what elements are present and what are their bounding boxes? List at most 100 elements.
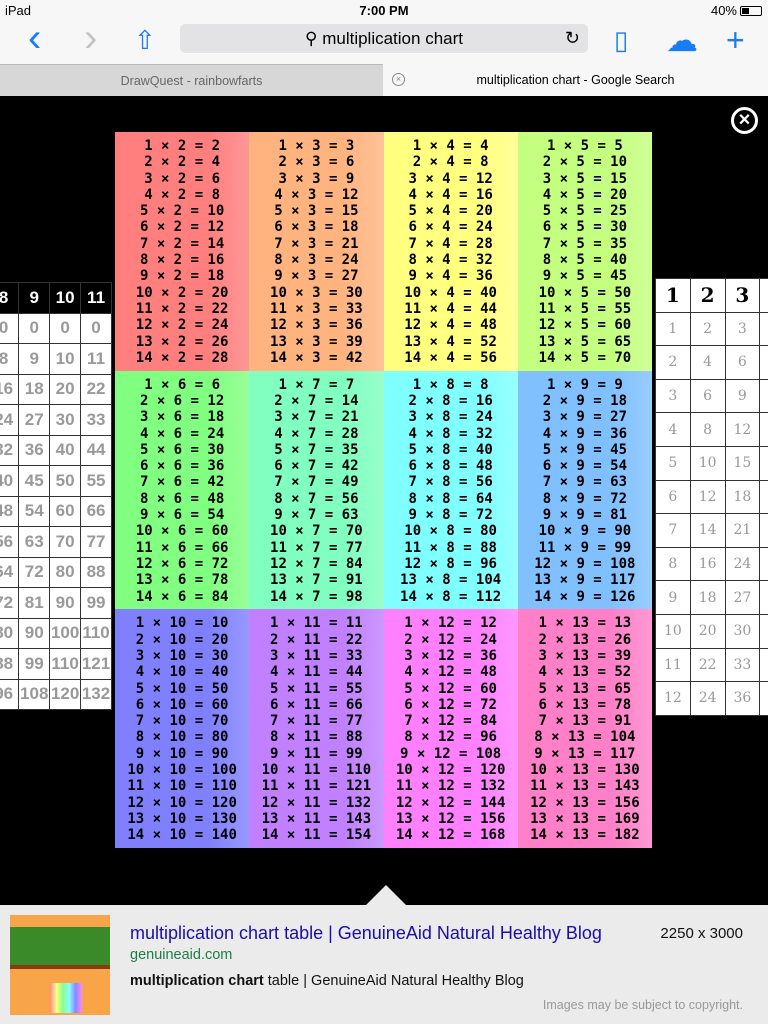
table-cell: 28: [759, 513, 768, 548]
times-table-9: 1 × 9 = 9 2 × 9 = 18 3 × 9 = 27 4 × 9 = …: [517, 370, 652, 610]
table-cell: 2: [689, 278, 726, 313]
url-text: multiplication chart: [322, 29, 463, 48]
table-cell: 40: [759, 613, 768, 649]
table-cell: 10: [655, 613, 691, 649]
table-cell: 14: [689, 513, 726, 548]
table-cell: 33: [724, 647, 761, 683]
forward-button[interactable]: ›: [84, 18, 97, 58]
table-cell: 3: [724, 311, 761, 347]
table-cell: 24: [689, 681, 726, 716]
table-cell: 11: [655, 647, 691, 683]
table-cell: 15: [724, 445, 761, 481]
table-cell: 36: [759, 580, 768, 615]
result-thumbnail[interactable]: [10, 915, 110, 1015]
result-domain-link[interactable]: genuineaid.com: [130, 947, 232, 963]
table-cell: 6: [655, 479, 691, 515]
table-row: 56637077: [0, 526, 112, 558]
times-table-7: 1 × 7 = 7 2 × 7 = 14 3 × 7 = 21 4 × 7 = …: [249, 370, 384, 610]
clock: 7:00 PM: [359, 3, 409, 18]
table-cell: 0: [49, 312, 82, 344]
table-row: 8 9 10 11: [0, 282, 112, 314]
table-cell: 90: [49, 587, 82, 619]
table-cell: 36: [724, 681, 761, 716]
table-row: 36912: [655, 378, 768, 414]
close-viewer-button[interactable]: ×: [731, 107, 758, 134]
table-cell: 9: [18, 343, 51, 375]
table-row: 72819099: [0, 587, 112, 619]
table-cell: 12: [689, 479, 726, 515]
left-preview-image[interactable]: 8910110000891011161820222427303332364044…: [0, 282, 112, 710]
cloud-tabs-button[interactable]: ☁: [666, 24, 698, 56]
result-title-link[interactable]: multiplication chart table | GenuineAid …: [130, 923, 602, 944]
table-row: 8899110121: [0, 648, 112, 680]
table-cell: 99: [18, 648, 51, 680]
table-cell: 18: [18, 373, 51, 405]
table-cell: 9: [655, 580, 691, 615]
right-preview-image[interactable]: 1234123424683691248121651015206121824714…: [655, 278, 768, 716]
times-table-11: 1 × 11 = 11 2 × 11 = 22 3 × 11 = 33 4 × …: [249, 609, 384, 848]
tab-drawquest[interactable]: DrawQuest - rainbowfarts: [0, 64, 383, 96]
tab-google-search[interactable]: × multiplication chart - Google Search: [383, 64, 768, 96]
browser-toolbar: ‹ › ⇧ ⚲ multiplication chart ↻ ▯ ☁ +: [0, 18, 768, 64]
table-cell: 36: [18, 434, 51, 466]
search-icon: ⚲: [305, 29, 318, 48]
table-cell: 4: [689, 345, 726, 380]
table-cell: 24: [0, 404, 20, 436]
table-cell: 100: [49, 617, 82, 649]
table-cell: 64: [0, 556, 20, 588]
table-cell: 72: [18, 556, 51, 588]
times-table-10: 1 × 10 = 10 2 × 10 = 20 3 × 10 = 30 4 × …: [115, 609, 250, 848]
table-row: 1234: [655, 311, 768, 347]
times-table-6: 1 × 6 = 6 2 × 6 = 12 3 × 6 = 18 4 × 6 = …: [115, 370, 250, 610]
status-bar: iPad 7:00 PM 40%: [0, 0, 768, 20]
table-cell: 6: [724, 345, 761, 380]
table-cell: 50: [49, 465, 82, 497]
table-cell: 30: [724, 613, 761, 649]
table-cell: 30: [49, 404, 82, 436]
table-cell: 72: [0, 587, 20, 619]
table-row: 8 9 10 11: [0, 343, 112, 375]
multiplication-chart-image: 1 × 2 = 2 2 × 2 = 4 3 × 2 = 6 4 × 2 = 8 …: [115, 132, 652, 848]
table-row: 10203040: [655, 613, 768, 649]
tab-label: multiplication chart - Google Search: [476, 73, 675, 87]
table-cell: 27: [724, 580, 761, 615]
table-row: 8162432: [655, 546, 768, 582]
table-cell: 16: [689, 546, 726, 582]
table-row: 0000: [0, 312, 112, 344]
table-cell: 54: [18, 495, 51, 527]
reload-icon[interactable]: ↻: [565, 24, 580, 53]
table-cell: 10: [49, 282, 82, 314]
table-cell: 1: [655, 311, 691, 347]
table-row: 48546066: [0, 495, 112, 527]
table-cell: 12: [724, 412, 761, 447]
image-info-panel: multiplication chart table | GenuineAid …: [0, 905, 768, 1024]
table-cell: 81: [18, 587, 51, 619]
tab-bar: DrawQuest - rainbowfarts × multiplication…: [0, 64, 768, 96]
table-cell: 4: [759, 278, 768, 313]
address-bar[interactable]: ⚲ multiplication chart ↻: [180, 24, 588, 53]
table-cell: 11: [80, 282, 112, 314]
table-cell: 2: [655, 345, 691, 380]
table-row: 32364044: [0, 434, 112, 466]
new-tab-button[interactable]: +: [726, 24, 745, 56]
back-button[interactable]: ‹: [28, 18, 41, 58]
close-tab-icon[interactable]: ×: [392, 73, 405, 86]
table-row: 64728088: [0, 556, 112, 588]
image-dimensions: 2250 x 3000: [660, 925, 743, 942]
desc-bold: multiplication chart: [130, 973, 264, 989]
table-cell: 18: [724, 479, 761, 515]
table-cell: 40: [49, 434, 82, 466]
times-table-2: 1 × 2 = 2 2 × 2 = 4 3 × 2 = 6 4 × 2 = 8 …: [115, 132, 250, 371]
table-cell: 20: [759, 445, 768, 481]
table-cell: 3: [724, 278, 761, 313]
table-cell: 11: [80, 343, 112, 375]
table-cell: 32: [0, 434, 20, 466]
table-cell: 60: [49, 495, 82, 527]
table-cell: 24: [759, 479, 768, 515]
bookmarks-button[interactable]: ▯: [614, 24, 628, 56]
table-row: 7142128: [655, 513, 768, 548]
battery-percent: 40%: [710, 3, 737, 18]
share-button[interactable]: ⇧: [134, 24, 156, 56]
copyright-notice: Images may be subject to copyright.: [542, 998, 743, 1012]
table-cell: 22: [689, 647, 726, 683]
